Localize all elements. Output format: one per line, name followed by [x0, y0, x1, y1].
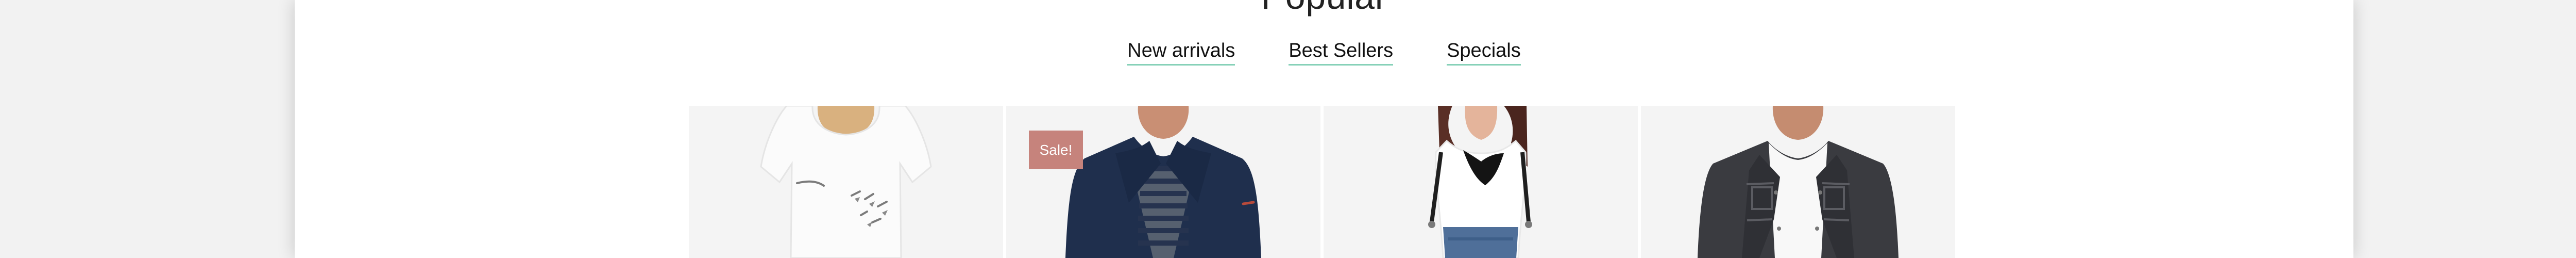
tab-specials[interactable]: Specials: [1447, 40, 1521, 66]
product-card-white-tshirt[interactable]: [689, 106, 1003, 258]
white-top-suspenders-product-image[interactable]: [1324, 106, 1638, 258]
navy-jacket-product-image[interactable]: [1006, 106, 1320, 258]
product-tabs: New arrivals Best Sellers Specials: [295, 40, 2353, 66]
sale-badge: Sale!: [1029, 131, 1083, 169]
product-card-charcoal-denim-jacket[interactable]: [1641, 106, 1955, 258]
section-title: Popular: [295, 0, 2353, 14]
product-card-white-top-suspenders[interactable]: [1324, 106, 1638, 258]
product-grid: Sale!: [689, 106, 1957, 258]
product-card-navy-jacket[interactable]: Sale!: [1006, 106, 1320, 258]
page-shell: Popular New arrivals Best Sellers Specia…: [295, 0, 2353, 258]
tab-best-sellers[interactable]: Best Sellers: [1289, 40, 1394, 66]
tab-new-arrivals[interactable]: New arrivals: [1127, 40, 1235, 66]
white-tshirt-product-image[interactable]: [689, 106, 1003, 258]
charcoal-denim-jacket-product-image[interactable]: [1641, 106, 1955, 258]
